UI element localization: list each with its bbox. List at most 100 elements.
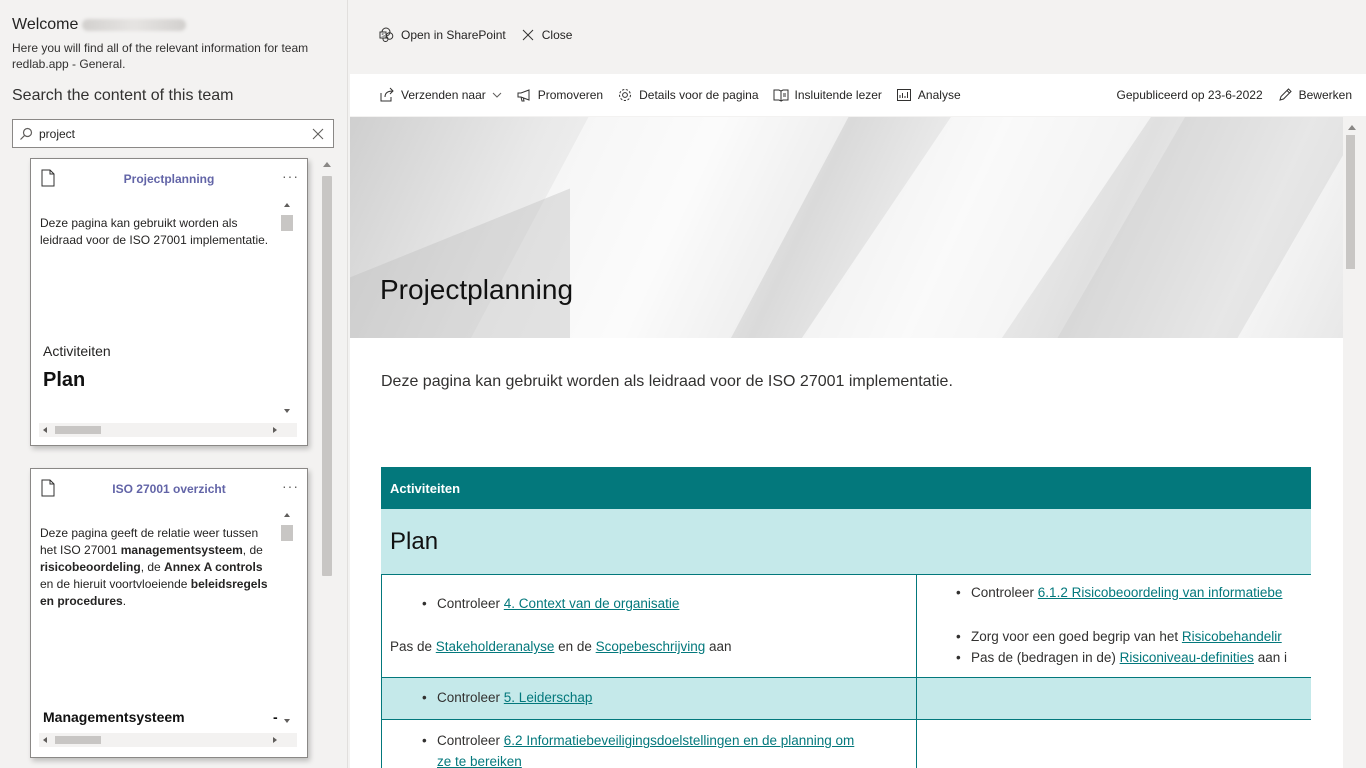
table-row: Controleer 5. Leiderschap [381,678,1311,720]
scroll-right-arrow[interactable] [273,737,277,743]
scroll-down-arrow[interactable] [284,409,290,413]
scroll-down-arrow[interactable] [284,719,290,723]
page-viewer: S Open in SharePoint Close Verzenden naa… [349,0,1366,768]
scroll-left-arrow[interactable] [43,427,47,433]
analytics-label: Analyse [917,88,961,102]
table-cell: Controleer 6.1.2 Risicobeoordeling van i… [917,575,1311,677]
card-horizontal-scrollbar[interactable] [39,423,297,437]
body-bold: risicobeoordeling [40,560,141,574]
scroll-right-arrow[interactable] [273,427,277,433]
list-item-text: aan i [1253,650,1287,665]
scroll-up-arrow[interactable] [284,203,290,207]
scroll-thumb[interactable] [55,426,101,434]
pencil-icon [1278,88,1292,101]
table-section-plan: Plan [381,509,1311,575]
table-cell [917,720,1311,768]
table-cell: Controleer 4. Context van de organisatie… [381,575,917,677]
link-stakeholderanalyse[interactable]: Stakeholderanalyse [436,639,555,654]
table-cell: Controleer 6.2 Informatiebeveiligingsdoe… [381,720,917,768]
page-scrollbar[interactable] [1343,117,1366,768]
scroll-thumb[interactable] [322,176,332,576]
close-icon [522,29,534,41]
link-leiderschap[interactable]: 5. Leiderschap [504,690,593,705]
search-box[interactable] [12,119,334,148]
left-panel: Welcome Here you will find all of the re… [0,0,348,768]
scroll-up-arrow[interactable] [1348,125,1356,130]
list-item-text: Zorg voor een goed begrip van het [971,629,1182,644]
page-details-button[interactable]: Details voor de pagina [617,87,759,103]
promote-label: Promoveren [537,88,604,102]
search-heading: Search the content of this team [12,87,234,104]
close-button[interactable]: Close [520,27,572,43]
card-section-title: Managementsysteem [43,709,185,725]
search-results: Projectplanning ··· Deze pagina kan gebr… [12,152,334,768]
megaphone-icon [517,89,530,102]
edit-label: Bewerken [1298,88,1352,102]
table-cell [917,678,1311,719]
page-content: Projectplanning Deze pagina kan gebruikt… [350,117,1343,768]
send-to-button[interactable]: Verzenden naar [379,87,502,103]
paragraph-text: en de [554,639,596,654]
page-details-label: Details voor de pagina [639,88,759,102]
viewer-topbar: S Open in SharePoint Close [349,0,1366,70]
table-row: Controleer 4. Context van de organisatie… [381,575,1311,678]
welcome-heading: Welcome [12,16,187,34]
body-text: , de [242,543,263,557]
more-options-icon[interactable]: ··· [282,168,299,184]
edit-button[interactable]: Bewerken [1277,87,1352,103]
results-scrollbar[interactable] [320,158,334,768]
body-text: , de [140,560,165,574]
paragraph-text: Pas de [390,639,436,654]
result-card-iso-overzicht[interactable]: ISO 27001 overzicht ··· Deze pagina geef… [30,468,308,758]
scroll-thumb[interactable] [1346,135,1355,269]
open-in-sharepoint-button[interactable]: S Open in SharePoint [379,27,506,43]
blurred-username [82,18,187,31]
link-risicobehandeling[interactable]: Risicobehandelir [1182,629,1282,644]
search-input[interactable] [39,126,303,141]
card-title[interactable]: Projectplanning [71,172,267,186]
gear-icon [619,89,632,101]
list-item: Controleer 6.2 Informatiebeveiligingsdoe… [422,730,907,768]
scroll-thumb[interactable] [55,736,101,744]
list-item: Zorg voor een goed begrip van het Risico… [956,629,1282,644]
body-bold: Annex A controls [164,560,263,574]
scroll-thumb[interactable] [281,525,293,541]
link-doelstellingen[interactable]: 6.2 Informatiebeveiligingsdoelstellingen… [504,733,855,748]
scroll-up-arrow[interactable] [323,162,331,167]
list-item-text: Controleer [437,690,504,705]
published-date: Gepubliceerd op 23-6-2022 [1116,88,1263,102]
link-context-organisatie[interactable]: 4. Context van de organisatie [504,596,680,611]
scroll-left-arrow[interactable] [43,737,47,743]
immersive-reader-button[interactable]: Insluitende lezer [773,87,882,103]
card-horizontal-scrollbar[interactable] [39,733,297,747]
link-scopebeschrijving[interactable]: Scopebeschrijving [596,639,706,654]
link-risiconiveau-definities[interactable]: Risiconiveau-definities [1120,650,1254,665]
card-title[interactable]: ISO 27001 overzicht [71,482,267,496]
link-risicobeoordeling[interactable]: 6.1.2 Risicobeoordeling van informatiebe [1038,585,1283,600]
activities-table: Activiteiten Plan Controleer 4. Context … [381,467,1311,768]
page-description: Deze pagina kan gebruikt worden als leid… [381,373,953,390]
table-cell: Controleer 5. Leiderschap [381,678,917,719]
share-icon [380,87,394,102]
link-doelstellingen-cont[interactable]: ze te bereiken [437,754,522,768]
analytics-button[interactable]: Analyse [896,87,961,103]
promote-button[interactable]: Promoveren [516,87,603,103]
card-vertical-scrollbar[interactable] [281,201,293,419]
scroll-thumb[interactable] [281,215,293,231]
list-item: Controleer 6.1.2 Risicobeoordeling van i… [956,585,1283,600]
card-vertical-scrollbar[interactable] [281,511,293,725]
page-command-bar: Verzenden naar Promoveren Details voor d… [350,74,1366,116]
immersive-reader-icon [773,89,789,102]
table-row: Controleer 6.2 Informatiebeveiligingsdoe… [381,720,1311,768]
body-bold: managementsysteem [120,543,243,557]
list-item: Controleer 4. Context van de organisatie [422,596,680,611]
close-icon[interactable] [303,128,333,140]
welcome-text: Welcome [12,16,79,33]
card-body: Deze pagina kan gebruikt worden als leid… [40,216,269,247]
scroll-up-arrow[interactable] [284,513,290,517]
immersive-reader-label: Insluitende lezer [794,88,882,102]
result-card-projectplanning[interactable]: Projectplanning ··· Deze pagina kan gebr… [30,158,308,446]
sharepoint-icon: S [379,27,394,42]
send-to-label: Verzenden naar [401,88,486,102]
more-options-icon[interactable]: ··· [282,478,299,494]
